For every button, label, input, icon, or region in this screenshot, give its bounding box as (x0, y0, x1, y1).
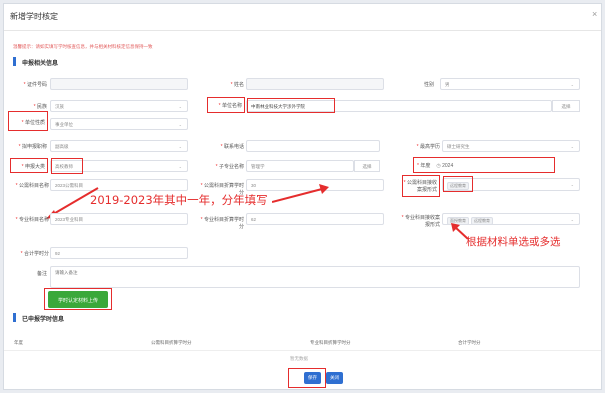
dialog: 新增学时核定 × 温馨提示：请如实填写学时核查信息，并与相关材料核定信息保持一致… (3, 3, 602, 390)
table-header: 合计学时分 (458, 340, 481, 345)
edu-label: * 最高学历 (416, 144, 440, 150)
highlight-box (51, 158, 83, 174)
id-no-label: * 证件号码 (23, 82, 47, 88)
gender-label: 性别 (423, 82, 434, 88)
edu-select[interactable]: 硕士研究生 ⌄ (442, 140, 580, 152)
table-header: 专业科目折算学时分 (310, 340, 351, 345)
calendar-icon: ◷ (436, 163, 441, 169)
total-input[interactable]: 92 (50, 247, 188, 259)
chevron-down-icon: ⌄ (570, 82, 574, 87)
upload-material-button[interactable]: 学时认定材料上传 (48, 291, 108, 308)
ethnic-label: * 民族 (33, 104, 47, 110)
remark-label: 备注 (36, 271, 47, 277)
pro-course-label: * 专业科目名称 (15, 217, 49, 223)
pro-hours-label: * 专业科目折算学时分 (200, 217, 244, 230)
title-label: * 拟申报职称 (18, 144, 47, 150)
save-button[interactable]: 保存 (304, 372, 321, 384)
pro-course-input[interactable]: 2023专业科目 (50, 213, 188, 225)
divider (4, 30, 601, 31)
close-button[interactable]: 关闭 (326, 372, 343, 384)
chevron-down-icon: ⌄ (178, 104, 182, 109)
public-course-label: * 公需科目名称 (15, 183, 49, 189)
notice-text: 温馨提示：请如实填写学时核查信息，并与相关材料核定信息保持一致 (13, 44, 153, 49)
section-marker (13, 313, 16, 322)
dialog-title: 新增学时核定 (10, 12, 58, 21)
chevron-down-icon: ⌄ (178, 122, 182, 127)
year-note: 2019-2023年其中一年，分年填写 (90, 193, 268, 207)
section-title-apply: 申报相关信息 (22, 61, 59, 67)
org-name-label: * 单位名称 (207, 97, 245, 113)
table-header: 公需科目折算学时分 (151, 340, 192, 345)
chevron-down-icon: ⌄ (570, 217, 574, 222)
phone-label: * 联系电话 (220, 144, 244, 150)
table-empty: 暂无数据 (290, 356, 308, 361)
phone-input[interactable] (246, 140, 380, 152)
section-marker (13, 57, 16, 66)
title-select[interactable]: 副高级 ⌄ (50, 140, 188, 152)
sub-major-label: * 子专业名称 (215, 164, 244, 170)
arrow-icon (272, 184, 329, 203)
name-label: * 姓名 (230, 82, 244, 88)
section-title-declared: 已申报学时信息 (22, 317, 65, 323)
highlight-box (443, 176, 473, 192)
gender-select[interactable]: 男 ⌄ (440, 78, 580, 90)
chevron-down-icon: ⌄ (178, 164, 182, 169)
org-nature-label: * 单位性质 (8, 111, 48, 131)
ethnic-select[interactable]: 汉族 ⌄ (50, 100, 188, 112)
chevron-down-icon: ⌄ (570, 144, 574, 149)
pro-form-label: * 专业科目接收案报形式 (401, 215, 440, 228)
total-label: * 合计学时分 (20, 251, 49, 257)
remark-textarea[interactable] (50, 266, 580, 288)
sub-major-input[interactable]: 管理学 (246, 160, 354, 172)
sub-major-select-button[interactable]: 选择 (354, 160, 380, 172)
id-no-input[interactable] (50, 78, 188, 90)
material-note: 根据材料单选或多选 (466, 236, 561, 248)
public-form-label: * 公需科目接收案报形式 (402, 175, 440, 197)
org-nature-select[interactable]: 事业单位 ⌄ (50, 118, 188, 130)
table-header: 年度 (14, 340, 23, 345)
chevron-down-icon: ⌄ (570, 182, 574, 187)
year-field[interactable]: * 年度 ◷ 2024 (413, 157, 555, 173)
chevron-down-icon: ⌄ (178, 144, 182, 149)
pro-hours-input[interactable]: 62 (246, 213, 384, 225)
org-select-button[interactable]: 选择 (552, 100, 580, 112)
divider (4, 350, 601, 351)
name-input[interactable] (246, 78, 384, 90)
highlight-box (247, 98, 335, 113)
series-label: * 申报大类 (10, 158, 48, 173)
close-icon[interactable]: × (592, 9, 597, 19)
